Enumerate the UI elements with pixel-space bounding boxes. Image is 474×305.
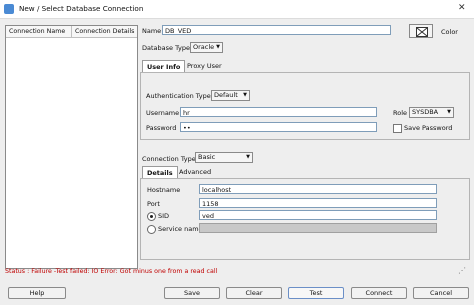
- status-message: Status : Failure -Test failed: IO Error:…: [5, 268, 218, 275]
- sid-label: SID: [158, 212, 170, 220]
- save-password-label: Save Password: [404, 124, 453, 132]
- role-select[interactable]: SYSDBA ▼: [409, 107, 454, 118]
- connection-list[interactable]: Connection Name Connection Details: [5, 25, 138, 269]
- database-type-label: Database Type: [142, 44, 191, 52]
- role-label: Role: [393, 109, 408, 117]
- database-type-select[interactable]: Oracle ▼: [190, 42, 223, 53]
- name-field[interactable]: DB_VED: [162, 25, 391, 35]
- authentication-type-label: Authentication Type: [146, 92, 211, 100]
- cancel-button[interactable]: Cancel: [413, 287, 469, 299]
- service-name-radio[interactable]: [147, 225, 156, 234]
- save-password-checkbox[interactable]: [393, 124, 402, 133]
- connect-button[interactable]: Connect: [351, 287, 407, 299]
- chevron-down-icon: ▼: [246, 154, 250, 160]
- app-icon: [4, 4, 14, 14]
- database-type-value: Oracle: [193, 43, 215, 51]
- connection-dialog: New / Select Database Connection ✕ Conne…: [0, 0, 474, 305]
- name-label: Name: [142, 27, 162, 35]
- authentication-type-select[interactable]: Default ▼: [211, 90, 250, 101]
- username-field[interactable]: hr: [180, 107, 377, 117]
- sid-field[interactable]: ved: [199, 210, 437, 220]
- username-label: Username: [146, 109, 180, 117]
- color-icon: [416, 27, 428, 37]
- save-button[interactable]: Save: [164, 287, 220, 299]
- port-field[interactable]: 1158: [199, 198, 437, 208]
- chevron-down-icon: ▼: [216, 44, 220, 50]
- authentication-type-value: Default: [214, 91, 238, 99]
- window-title: New / Select Database Connection: [19, 4, 144, 13]
- clear-button[interactable]: Clear: [226, 287, 282, 299]
- service-name-field: [199, 223, 437, 233]
- color-button[interactable]: [409, 24, 433, 38]
- chevron-down-icon: ▼: [243, 92, 247, 98]
- column-header-connection-name[interactable]: Connection Name: [6, 26, 72, 38]
- hostname-field[interactable]: localhost: [199, 184, 437, 194]
- port-label: Port: [147, 200, 160, 208]
- column-header-connection-details[interactable]: Connection Details: [72, 26, 137, 38]
- test-button[interactable]: Test: [288, 287, 344, 299]
- connection-type-label: Connection Type: [142, 155, 196, 163]
- title-bar: New / Select Database Connection ✕: [0, 0, 474, 19]
- close-icon[interactable]: ✕: [458, 3, 466, 13]
- sid-radio[interactable]: [147, 212, 156, 221]
- role-value: SYSDBA: [412, 108, 439, 116]
- connection-type-select[interactable]: Basic ▼: [195, 152, 253, 163]
- help-button[interactable]: Help: [8, 287, 66, 299]
- password-label: Password: [146, 124, 177, 132]
- password-field[interactable]: ••: [180, 122, 377, 132]
- service-name-label: Service name: [158, 225, 203, 233]
- resize-grip-icon[interactable]: ⋰: [458, 266, 466, 275]
- color-label: Color: [441, 28, 458, 36]
- chevron-down-icon: ▼: [447, 109, 451, 115]
- hostname-label: Hostname: [147, 186, 181, 194]
- connection-type-value: Basic: [198, 153, 216, 161]
